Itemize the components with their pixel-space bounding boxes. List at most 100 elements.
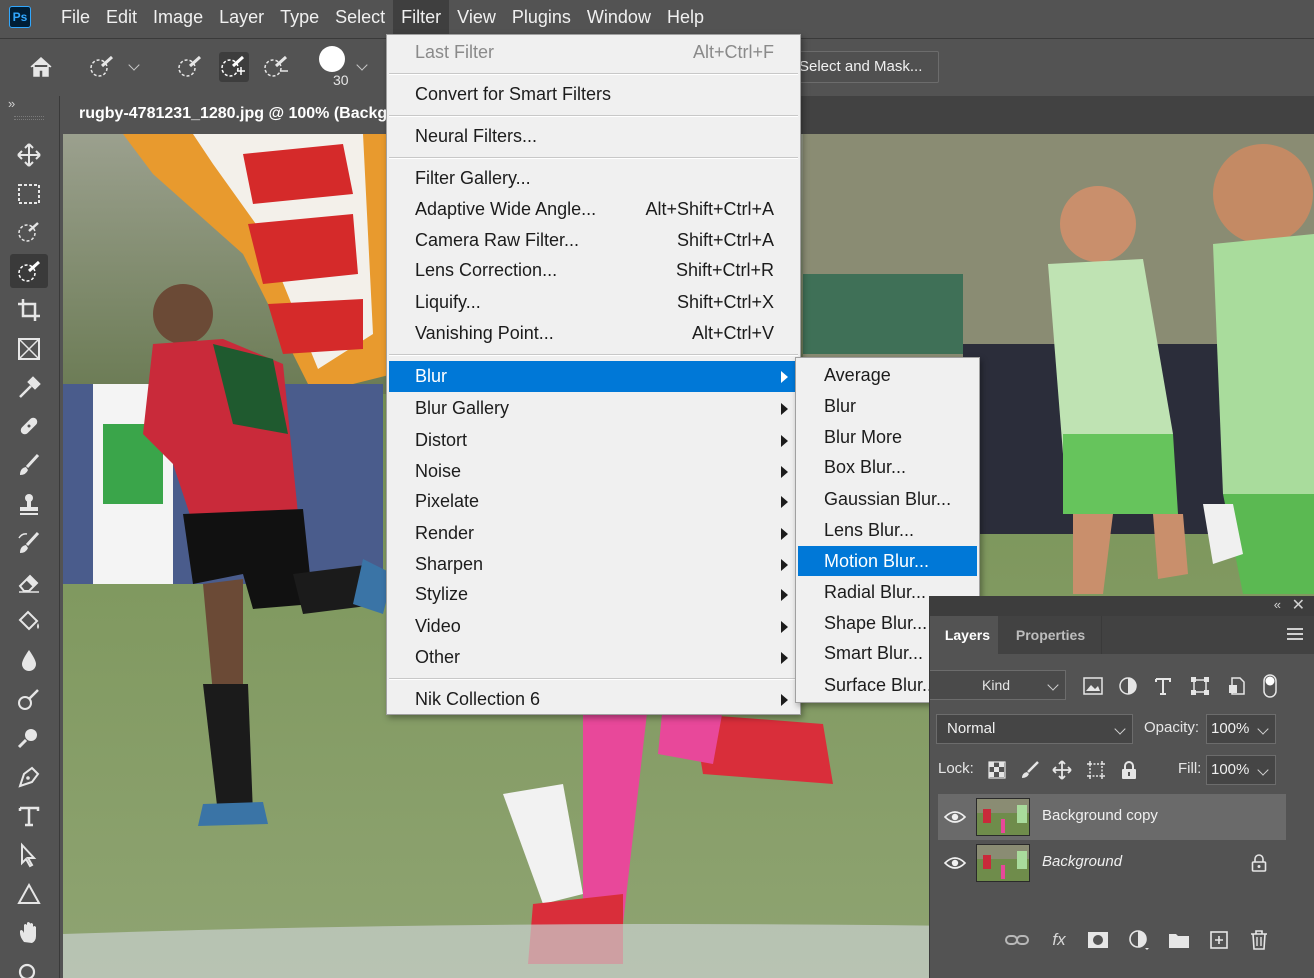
smart-object-filter-icon[interactable] bbox=[1225, 674, 1249, 698]
submenu-item-lens-blur[interactable]: Lens Blur... bbox=[798, 515, 977, 545]
menu-image[interactable]: Image bbox=[145, 0, 211, 34]
layer-name[interactable]: Background bbox=[1042, 853, 1122, 870]
healing-brush-tool-icon[interactable] bbox=[10, 409, 48, 443]
quick-selection-tool-icon[interactable] bbox=[10, 254, 48, 288]
quick-selection-preset-icon[interactable] bbox=[88, 52, 118, 82]
delete-layer-icon[interactable] bbox=[1246, 927, 1272, 953]
path-selection-tool-icon[interactable] bbox=[10, 838, 48, 872]
submenu-item-gaussian-blur[interactable]: Gaussian Blur... bbox=[798, 484, 977, 514]
eye-visibility-icon[interactable] bbox=[944, 807, 966, 827]
panel-menu-icon[interactable] bbox=[1287, 628, 1303, 640]
toolbar-expand-icon[interactable]: » bbox=[8, 96, 15, 111]
fx-layer-style-icon[interactable]: fx bbox=[1046, 927, 1072, 953]
lock-transparent-pixels-icon[interactable] bbox=[985, 758, 1009, 782]
menu-item-video[interactable]: Video bbox=[389, 611, 798, 642]
dodge-tool-icon[interactable] bbox=[10, 682, 48, 716]
menu-item-sharpen[interactable]: Sharpen bbox=[389, 549, 798, 580]
lock-all-icon[interactable] bbox=[1117, 758, 1141, 782]
new-layer-icon[interactable] bbox=[1206, 927, 1232, 953]
submenu-item-blur[interactable]: Blur bbox=[798, 391, 977, 421]
menu-item-adaptive-wide-angle[interactable]: Adaptive Wide Angle... Alt+Shift+Ctrl+A bbox=[389, 194, 798, 225]
photoshop-logo-icon[interactable]: Ps bbox=[9, 6, 31, 28]
new-adjustment-layer-icon[interactable] bbox=[1126, 927, 1152, 953]
menu-window[interactable]: Window bbox=[579, 0, 659, 34]
clone-stamp-tool-icon[interactable] bbox=[10, 487, 48, 521]
new-group-icon[interactable] bbox=[1166, 927, 1192, 953]
marquee-tool-icon[interactable] bbox=[10, 177, 48, 211]
paint-bucket-tool-icon[interactable] bbox=[10, 604, 48, 638]
menu-item-convert-smart-filters[interactable]: Convert for Smart Filters bbox=[389, 79, 798, 110]
menu-plugins[interactable]: Plugins bbox=[504, 0, 579, 34]
zoom-lens-tool-icon[interactable] bbox=[10, 721, 48, 755]
menu-item-vanishing-point[interactable]: Vanishing Point... Alt+Ctrl+V bbox=[389, 318, 798, 349]
brush-tool-icon[interactable] bbox=[10, 448, 48, 482]
type-tool-icon[interactable] bbox=[10, 799, 48, 833]
home-icon[interactable] bbox=[26, 52, 56, 82]
menu-item-liquify[interactable]: Liquify... Shift+Ctrl+X bbox=[389, 287, 798, 318]
menu-item-blur[interactable]: Blur bbox=[389, 361, 798, 392]
menu-type[interactable]: Type bbox=[272, 0, 327, 34]
eye-visibility-icon[interactable] bbox=[944, 853, 966, 873]
zoom-tool-icon[interactable] bbox=[10, 955, 48, 978]
collapse-panel-icon[interactable]: « bbox=[1274, 597, 1281, 612]
blend-mode-select[interactable]: Normal bbox=[936, 714, 1133, 744]
document-tab[interactable]: rugby-4781231_1280.jpg @ 100% (Backgroun… bbox=[63, 96, 386, 134]
object-selection-tool-icon[interactable] bbox=[10, 215, 48, 249]
new-selection-icon[interactable] bbox=[176, 52, 206, 82]
menu-item-other[interactable]: Other bbox=[389, 642, 798, 673]
menu-help[interactable]: Help bbox=[659, 0, 712, 34]
menu-view[interactable]: View bbox=[449, 0, 504, 34]
menu-item-lens-correction[interactable]: Lens Correction... Shift+Ctrl+R bbox=[389, 255, 798, 286]
close-panel-icon[interactable]: ✕ bbox=[1292, 595, 1305, 615]
add-mask-icon[interactable] bbox=[1085, 927, 1111, 953]
menu-file[interactable]: File bbox=[53, 0, 98, 34]
menu-item-stylize[interactable]: Stylize bbox=[389, 579, 798, 610]
brush-chevron-down-icon[interactable] bbox=[356, 59, 368, 71]
filter-toggle-icon[interactable] bbox=[1258, 674, 1282, 698]
pen-tool-icon[interactable] bbox=[10, 760, 48, 794]
layer-row-background[interactable]: Background bbox=[938, 840, 1286, 886]
add-to-selection-icon[interactable] bbox=[219, 52, 249, 82]
shape-layer-filter-icon[interactable] bbox=[1188, 674, 1212, 698]
crop-tool-icon[interactable] bbox=[10, 293, 48, 327]
chevron-down-icon[interactable] bbox=[128, 59, 140, 71]
menu-item-blur-gallery[interactable]: Blur Gallery bbox=[389, 393, 798, 424]
brush-size-preview-icon[interactable] bbox=[319, 46, 345, 72]
menu-layer[interactable]: Layer bbox=[211, 0, 272, 34]
fill-input[interactable]: 100% bbox=[1206, 755, 1276, 785]
toolbar-grip[interactable] bbox=[14, 116, 44, 120]
menu-item-neural-filters[interactable]: Neural Filters... bbox=[389, 121, 798, 152]
menu-item-camera-raw-filter[interactable]: Camera Raw Filter... Shift+Ctrl+A bbox=[389, 225, 798, 256]
menu-item-filter-gallery[interactable]: Filter Gallery... bbox=[389, 163, 798, 194]
shape-tool-icon[interactable] bbox=[10, 877, 48, 911]
frame-tool-icon[interactable] bbox=[10, 332, 48, 366]
menu-item-noise[interactable]: Noise bbox=[389, 456, 798, 487]
opacity-input[interactable]: 100% bbox=[1206, 714, 1276, 744]
layer-kind-filter[interactable]: Kind bbox=[930, 670, 1066, 700]
move-tool-icon[interactable] bbox=[10, 138, 48, 172]
type-layer-filter-icon[interactable] bbox=[1151, 674, 1175, 698]
adjustment-layer-filter-icon[interactable] bbox=[1116, 674, 1140, 698]
tab-properties[interactable]: Properties bbox=[1000, 616, 1102, 654]
history-brush-tool-icon[interactable] bbox=[10, 526, 48, 560]
submenu-item-blur-more[interactable]: Blur More bbox=[798, 422, 977, 452]
layer-row-background-copy[interactable]: Background copy bbox=[938, 794, 1286, 840]
hand-tool-icon[interactable] bbox=[10, 916, 48, 950]
pixel-layer-filter-icon[interactable] bbox=[1081, 674, 1105, 698]
menu-edit[interactable]: Edit bbox=[98, 0, 145, 34]
menu-filter[interactable]: Filter bbox=[393, 0, 450, 34]
tab-layers[interactable]: Layers bbox=[930, 616, 998, 654]
submenu-item-motion-blur[interactable]: Motion Blur... bbox=[798, 546, 977, 576]
eyedropper-tool-icon[interactable] bbox=[10, 371, 48, 405]
submenu-item-box-blur[interactable]: Box Blur... bbox=[798, 452, 977, 482]
lock-artboard-icon[interactable] bbox=[1084, 758, 1108, 782]
select-and-mask-button[interactable]: Select and Mask... bbox=[790, 51, 939, 83]
layer-name[interactable]: Background copy bbox=[1042, 807, 1158, 824]
menu-select[interactable]: Select bbox=[327, 0, 393, 34]
layer-lock-icon[interactable] bbox=[1250, 854, 1268, 872]
menu-item-render[interactable]: Render bbox=[389, 518, 798, 549]
submenu-item-average[interactable]: Average bbox=[798, 360, 977, 390]
lock-position-icon[interactable] bbox=[1050, 758, 1074, 782]
link-layers-icon[interactable] bbox=[1004, 927, 1030, 953]
subtract-from-selection-icon[interactable] bbox=[262, 52, 292, 82]
